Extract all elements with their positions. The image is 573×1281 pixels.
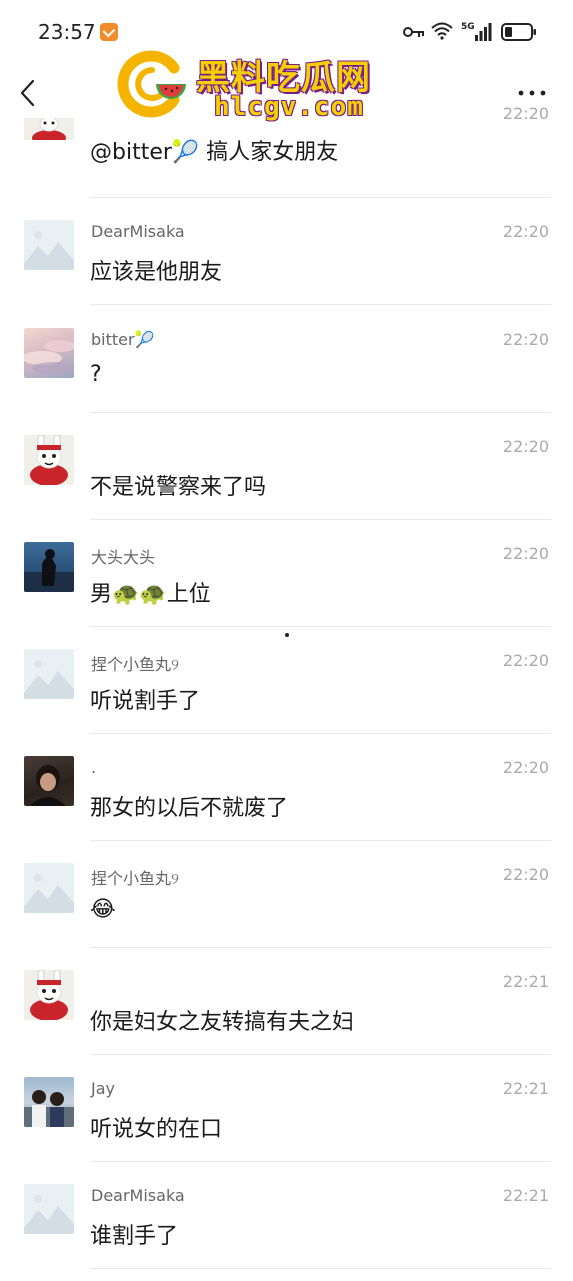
message-time: 22:20	[502, 865, 549, 884]
message-sender[interactable]: .	[91, 758, 96, 777]
avatar[interactable]	[24, 863, 74, 913]
message-time: 22:21	[502, 972, 549, 991]
divider	[90, 519, 551, 520]
message-item[interactable]: 捏个小鱼丸୨ 22:20 😂	[0, 853, 573, 960]
sea-avatar-image	[24, 549, 74, 592]
couple-avatar-image	[24, 1090, 74, 1127]
back-icon[interactable]	[14, 78, 44, 108]
message-time: 22:20	[502, 758, 549, 777]
message-item[interactable]: 22:21 你是妇女之友转搞有夫之妇	[0, 960, 573, 1067]
divider	[90, 1161, 551, 1162]
default-avatar-image	[24, 220, 74, 270]
message-text: 谁割手了	[90, 1224, 179, 1249]
message-text: 男🐢🐢上位	[90, 582, 211, 607]
message-item[interactable]: bitter🎾 22:20 ?	[0, 318, 573, 425]
message-item[interactable]: DearMisaka 22:21 谁割手了	[0, 1174, 573, 1281]
message-text: 听说割手了	[90, 689, 201, 714]
message-time: 22:21	[502, 1186, 549, 1205]
message-time: 22:20	[502, 104, 549, 123]
sky-avatar-image	[24, 340, 74, 374]
divider	[90, 947, 551, 948]
message-sender[interactable]: Jay	[91, 1079, 115, 1098]
svg-text:5G: 5G	[461, 22, 475, 32]
message-time: 22:20	[502, 437, 549, 456]
message-time: 22:21	[502, 1079, 549, 1098]
message-sender[interactable]: DearMisaka	[91, 222, 185, 241]
message-time: 22:20	[502, 222, 549, 241]
message-item[interactable]: DearMisaka 22:20 应该是他朋友	[0, 210, 573, 317]
message-time: 22:20	[502, 544, 549, 563]
key-icon	[403, 27, 424, 37]
message-text: 应该是他朋友	[90, 260, 223, 285]
avatar[interactable]	[24, 1184, 74, 1234]
scroll-dot	[285, 633, 289, 637]
avatar[interactable]	[24, 328, 74, 378]
message-sender[interactable]: 大头大头	[91, 544, 155, 568]
message-item[interactable]: 22:20 @bitter🎾 搞人家女朋友	[0, 104, 573, 225]
default-avatar-image	[24, 649, 74, 699]
divider	[90, 197, 551, 198]
more-options-icon[interactable]	[517, 88, 547, 98]
avatar[interactable]	[24, 542, 74, 592]
message-item[interactable]: . 22:20 那女的以后不就废了	[0, 746, 573, 853]
watermark-logo	[117, 50, 186, 118]
bunny-avatar-image	[30, 435, 68, 485]
message-text: 😂	[90, 897, 116, 922]
app-notification-icon	[100, 23, 118, 41]
message-sender[interactable]: 捏个小鱼丸୨	[91, 651, 179, 675]
avatar[interactable]	[24, 1077, 74, 1127]
avatar[interactable]	[24, 649, 74, 699]
portrait-avatar-image	[30, 765, 66, 806]
message-sender[interactable]: 捏个小鱼丸୨	[91, 865, 179, 889]
default-avatar-image	[24, 1184, 74, 1234]
divider	[90, 304, 551, 305]
status-time: 23:57	[38, 20, 96, 44]
message-text: 不是说警察来了吗	[90, 475, 267, 500]
divider	[90, 1054, 551, 1055]
message-item[interactable]: 大头大头 22:20 男🐢🐢上位	[0, 532, 573, 639]
message-text: 那女的以后不就废了	[90, 796, 289, 821]
message-sender[interactable]: bitter🎾	[91, 330, 155, 349]
message-text: ?	[90, 362, 102, 387]
avatar[interactable]	[24, 970, 74, 1020]
avatar[interactable]	[24, 220, 74, 270]
message-time: 22:20	[502, 651, 549, 670]
signal-5g-icon: 5G	[461, 22, 492, 41]
message-text: 你是妇女之友转搞有夫之妇	[90, 1010, 355, 1035]
bunny-avatar-image	[30, 970, 68, 1020]
avatar[interactable]	[24, 118, 74, 140]
default-avatar-image	[24, 863, 74, 913]
divider	[90, 626, 551, 627]
divider	[90, 733, 551, 734]
wifi-icon	[431, 22, 453, 40]
message-text: 听说女的在口	[90, 1117, 223, 1142]
divider	[90, 1268, 551, 1269]
battery-icon	[501, 23, 536, 41]
bunny-avatar-image	[32, 118, 66, 140]
avatar[interactable]	[24, 435, 74, 485]
message-item[interactable]: 22:20 不是说警察来了吗	[0, 425, 573, 532]
watermark: 黑料吃瓜网 hlcgv.com	[116, 48, 396, 128]
message-time: 22:20	[502, 330, 549, 349]
message-item[interactable]: Jay 22:21 听说女的在口	[0, 1067, 573, 1174]
avatar[interactable]	[24, 756, 74, 806]
message-item[interactable]: 捏个小鱼丸୨ 22:20 听说割手了	[0, 639, 573, 746]
message-sender[interactable]: DearMisaka	[91, 1186, 185, 1205]
divider	[90, 840, 551, 841]
message-text: @bitter🎾 搞人家女朋友	[90, 140, 339, 165]
divider	[90, 412, 551, 413]
